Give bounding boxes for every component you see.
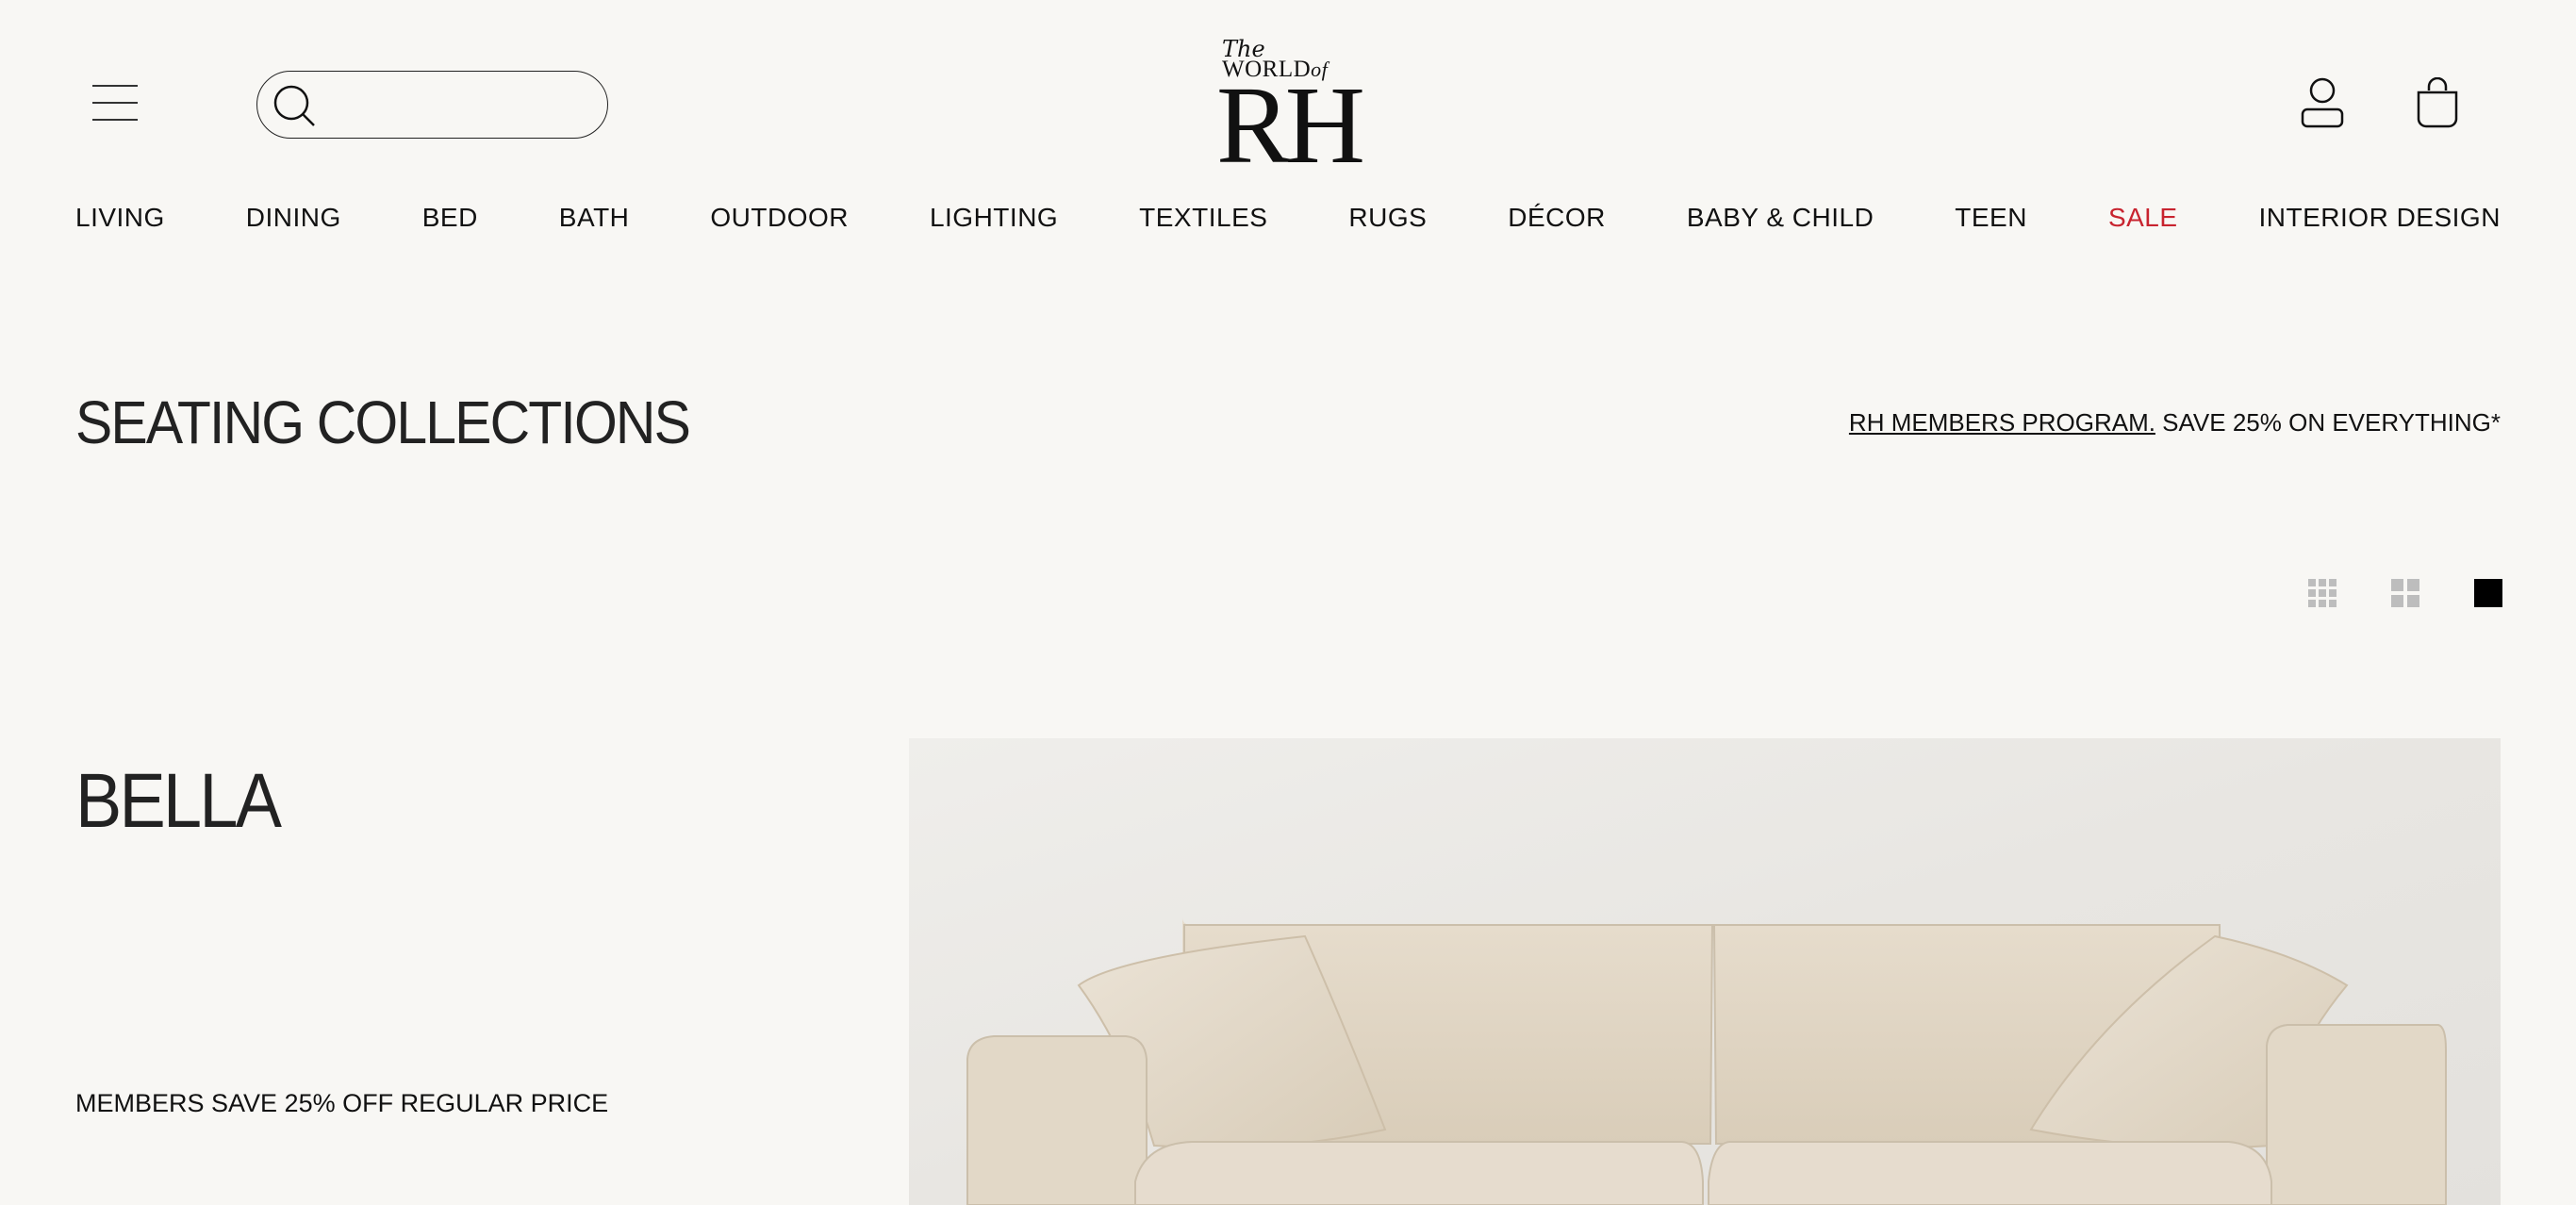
collection-title[interactable]: BELLA — [75, 754, 282, 849]
member-promo-text: MEMBERS SAVE 25% OFF REGULAR PRICE — [75, 1089, 609, 1117]
sofa-image — [909, 738, 2501, 1205]
nav-baby-child[interactable]: BABY & CHILD — [1687, 199, 1874, 237]
search-icon — [273, 85, 315, 126]
nav-rugs[interactable]: RUGS — [1348, 199, 1427, 237]
members-banner: RH MEMBERS PROGRAM. SAVE 25% ON EVERYTHI… — [1849, 405, 2501, 439]
grid-2-view-icon[interactable] — [2391, 579, 2419, 607]
members-offer-text: SAVE 25% ON EVERYTHING* — [2155, 408, 2501, 437]
nav-interior-design[interactable]: INTERIOR DESIGN — [2259, 199, 2501, 237]
nav-lighting[interactable]: LIGHTING — [930, 199, 1058, 237]
search-bar[interactable] — [256, 71, 608, 139]
search-input[interactable] — [329, 85, 587, 124]
grid-1-view-icon[interactable] — [2474, 579, 2502, 607]
collection-hero-image[interactable] — [909, 738, 2501, 1205]
menu-icon[interactable] — [92, 81, 140, 124]
nav-bath[interactable]: BATH — [559, 199, 630, 237]
nav-teen[interactable]: TEEN — [1955, 199, 2027, 237]
account-icon[interactable] — [2301, 77, 2344, 128]
nav-living[interactable]: LIVING — [75, 199, 165, 237]
grid-3-view-icon[interactable] — [2308, 579, 2337, 607]
rh-logo[interactable]: The WORLDof RH — [1216, 36, 1365, 181]
nav-textiles[interactable]: TEXTILES — [1139, 199, 1267, 237]
cart-icon[interactable] — [2416, 77, 2459, 128]
nav-decor[interactable]: DÉCOR — [1508, 199, 1606, 237]
nav-sale[interactable]: SALE — [2108, 199, 2178, 237]
main-nav: LIVING DINING BED BATH OUTDOOR LIGHTING … — [75, 199, 2501, 237]
nav-dining[interactable]: DINING — [246, 199, 341, 237]
page-title: SEATING COLLECTIONS — [75, 388, 691, 456]
nav-bed[interactable]: BED — [422, 199, 478, 237]
members-program-link[interactable]: RH MEMBERS PROGRAM. — [1849, 408, 2155, 437]
nav-outdoor[interactable]: OUTDOOR — [710, 199, 849, 237]
